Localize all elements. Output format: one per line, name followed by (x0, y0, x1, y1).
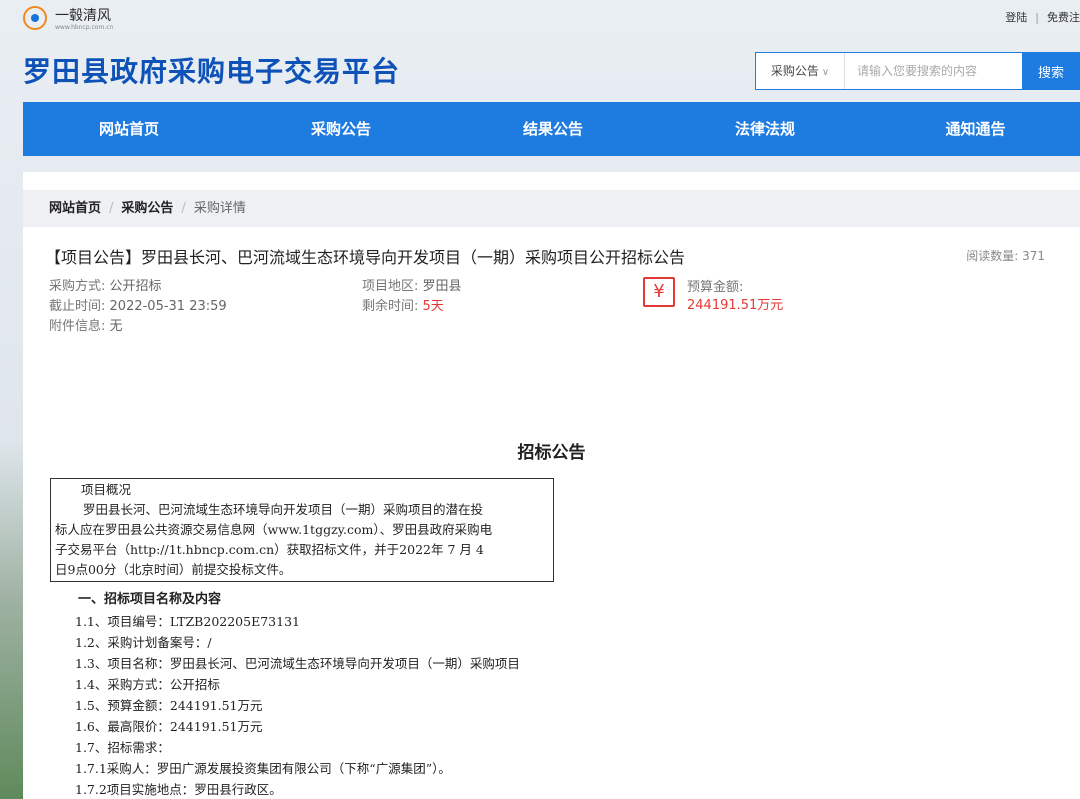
search-box: 采购公告∨ 搜索 (755, 52, 1080, 90)
register-link[interactable]: 免费注 (1047, 11, 1080, 24)
attach-row: 附件信息: 无 (49, 317, 227, 337)
doc-item: 1.7.2项目实施地点：罗田县行政区。 (75, 782, 282, 797)
search-type-label: 采购公告 (770, 64, 819, 78)
document-title: 招标公告 (517, 443, 586, 463)
read-count-value: 371 (1022, 249, 1045, 263)
breadcrumb: 网站首页 / 采购公告 / 采购详情 (23, 190, 1080, 227)
section-heading: 一、招标项目名称及内容 (78, 592, 222, 607)
top-links: 登陆 | 免费注 (1005, 9, 1080, 25)
doc-item: 1.5、预算金额：244191.51万元 (75, 698, 263, 713)
region-row: 项目地区: 罗田县 (362, 277, 462, 297)
deadline-label: 截止时间: (49, 299, 106, 314)
yen-icon: ¥ (643, 277, 675, 307)
overview-line: 标人应在罗田县公共资源交易信息网（www.1tggzy.com）、罗田县政府采购… (55, 522, 493, 537)
method-value: 公开招标 (109, 279, 162, 294)
meta-middle: 项目地区: 罗田县 剩余时间: 5天 (362, 277, 462, 317)
read-count: 阅读数量: 371 (966, 247, 1045, 264)
page: 一毂清风 www.hbncp.com.cn 登陆 | 免费注 罗田县政府采购电子交易… (23, 0, 1080, 799)
remain-value: 5天 (422, 299, 444, 314)
search-button[interactable]: 搜索 (1022, 52, 1080, 90)
breadcrumb-current: 采购详情 (193, 201, 246, 216)
top-bar: 一毂清风 www.hbncp.com.cn 登陆 | 免费注 (23, 0, 1080, 31)
doc-item: 1.7、招标需求： (75, 740, 170, 755)
attach-label: 附件信息: (49, 319, 106, 334)
doc-item: 1.2、采购计划备案号：/ (75, 635, 212, 650)
nav-item-notices[interactable]: 通知通告 (871, 102, 1080, 156)
breadcrumb-separator: / (109, 201, 114, 216)
doc-item: 1.7.1采购人：罗田广源发展投资集团有限公司（下称“广源集团”）。 (75, 761, 451, 776)
overview-line: 子交易平台（http://1t.hbncp.com.cn）获取招标文件，并于20… (55, 542, 484, 557)
doc-item: 1.1、项目编号：LTZB202205E73131 (75, 614, 300, 629)
method-row: 采购方式: 公开招标 (49, 277, 227, 297)
method-label: 采购方式: (49, 279, 106, 294)
search-type-select[interactable]: 采购公告 ∨ (756, 53, 845, 89)
nav-item-home[interactable]: 网站首页 (23, 102, 235, 156)
overview-heading: 项目概况 (81, 482, 132, 497)
doc-item: 1.6、最高限价：244191.51万元 (75, 719, 263, 734)
site-title[interactable]: 罗田县政府采购电子交易平台 (23, 50, 400, 90)
deadline-value: 2022-05-31 23:59 (109, 299, 227, 314)
overview-line: 日9点00分（北京时间）前提交投标文件。 (55, 562, 292, 577)
breadcrumb-home[interactable]: 网站首页 (49, 201, 101, 216)
login-link[interactable]: 登陆 (1005, 11, 1027, 24)
nav-item-laws[interactable]: 法律法规 (659, 102, 871, 156)
overview-line: 罗田县长河、巴河流域生态环境导向开发项目（一期）采购项目的潜在投 (83, 502, 484, 517)
deadline-row: 截止时间: 2022-05-31 23:59 (49, 297, 227, 317)
logo-icon[interactable] (23, 6, 47, 30)
nav-item-results[interactable]: 结果公告 (447, 102, 659, 156)
overview-box: 项目概况 罗田县长河、巴河流域生态环境导向开发项目（一期）采购项目的潜在投 标人… (50, 478, 554, 582)
region-label: 项目地区: (362, 279, 419, 294)
doc-item: 1.4、采购方式：公开招标 (75, 677, 220, 692)
breadcrumb-procurement[interactable]: 采购公告 (121, 201, 173, 216)
logo-text[interactable]: 一毂清风 (55, 5, 111, 25)
search-input[interactable] (845, 53, 1023, 89)
attach-value: 无 (109, 319, 123, 334)
remain-row: 剩余时间: 5天 (362, 297, 462, 317)
main-nav: 网站首页 采购公告 结果公告 法律法规 通知通告 (23, 102, 1080, 156)
breadcrumb-separator: / (181, 201, 186, 216)
region-value: 罗田县 (422, 279, 462, 294)
content-panel: 网站首页 / 采购公告 / 采购详情 【项目公告】罗田县长河、巴河流域生态环境导向开发项… (23, 172, 1080, 799)
remain-label: 剩余时间: (362, 299, 419, 314)
meta-left: 采购方式: 公开招标 截止时间: 2022-05-31 23:59 附件信息: … (49, 277, 227, 337)
logo-url: www.hbncp.com.cn (55, 24, 114, 31)
nav-item-procurement[interactable]: 采购公告 (235, 102, 447, 156)
doc-item: 1.3、项目名称：罗田县长河、巴河流域生态环境导向开发项目（一期）采购项目 (75, 656, 520, 671)
notice-title: 【项目公告】罗田县长河、巴河流域生态环境导向开发项目（一期）采购项目公开招标公告 (45, 248, 686, 267)
chevron-down-icon: ∨ (821, 67, 830, 78)
budget-value: 244191.51万元 (687, 298, 784, 313)
budget-label: 预算金额: (687, 280, 744, 295)
read-count-label: 阅读数量: (966, 249, 1019, 263)
divider: | (1035, 11, 1039, 24)
